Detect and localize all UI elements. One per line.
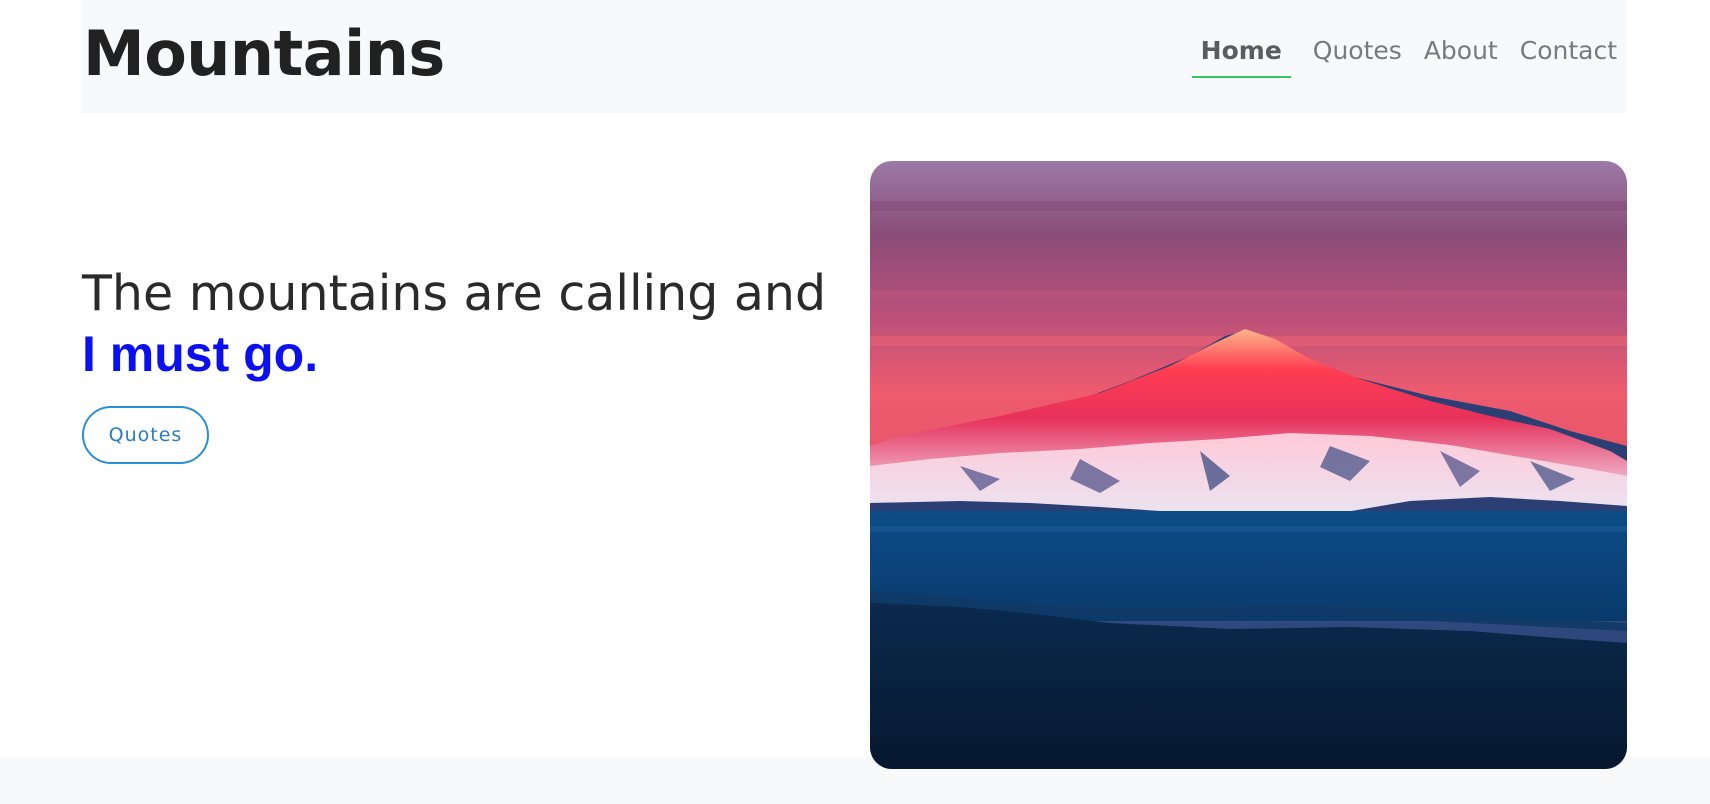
nav-item-contact[interactable]: Contact xyxy=(1520,34,1617,78)
quotes-button[interactable]: Quotes xyxy=(82,406,209,464)
brand-title[interactable]: Mountains xyxy=(83,18,445,90)
navbar: Mountains Home Quotes About Contact xyxy=(81,0,1627,113)
headline-accent: I must go. xyxy=(82,326,319,382)
nav-item-home[interactable]: Home xyxy=(1191,34,1291,78)
hero-headline: The mountains are calling and I must go. xyxy=(82,263,842,385)
headline-plain: The mountains are calling and xyxy=(82,265,827,322)
nav-item-about[interactable]: About xyxy=(1424,34,1498,78)
active-indicator xyxy=(1191,76,1291,78)
mountain-image xyxy=(870,161,1627,769)
nav-item-label: Home xyxy=(1200,36,1282,65)
nav-links: Home Quotes About Contact xyxy=(1191,34,1617,78)
nav-item-quotes[interactable]: Quotes xyxy=(1313,34,1402,78)
